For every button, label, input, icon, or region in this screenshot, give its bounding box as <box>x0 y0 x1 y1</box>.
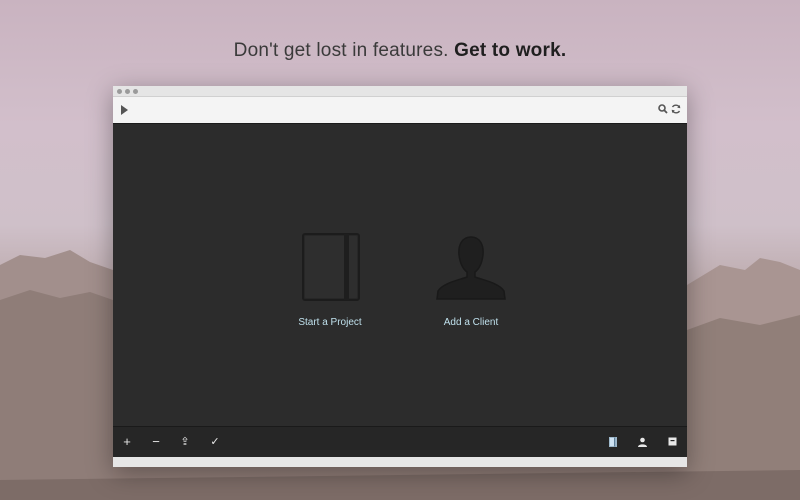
main-content: Start a Project Add a Client <box>113 124 687 426</box>
share-icon[interactable]: ⇪ <box>177 434 193 450</box>
minimize-window-button[interactable] <box>125 89 130 94</box>
projects-view-icon[interactable] <box>609 437 617 447</box>
headline-regular: Don't get lost in features. <box>233 40 449 61</box>
notebook-icon <box>302 233 360 301</box>
person-silhouette-icon <box>436 236 506 300</box>
status-bar <box>113 457 687 467</box>
start-project-label[interactable]: Start a Project <box>260 317 400 328</box>
headline: Don't get lost in features. Get to work. <box>0 40 800 62</box>
app-window: Start a Project Add a Client + − ⇪ ✓ <box>113 86 687 467</box>
title-bar <box>113 86 687 97</box>
archive-icon[interactable] <box>668 437 677 446</box>
refresh-icon[interactable] <box>670 103 682 115</box>
bottom-toolbar: + − ⇪ ✓ <box>113 426 687 457</box>
headline-bold: Get to work. <box>454 40 567 61</box>
zoom-window-button[interactable] <box>133 89 138 94</box>
add-icon[interactable]: + <box>119 434 135 450</box>
close-window-button[interactable] <box>117 89 122 94</box>
toolbar <box>113 97 687 124</box>
add-client-label[interactable]: Add a Client <box>401 317 541 328</box>
checkmark-icon[interactable]: ✓ <box>207 434 223 450</box>
clients-view-icon[interactable] <box>638 437 647 447</box>
search-icon[interactable] <box>657 103 669 115</box>
remove-icon[interactable]: − <box>148 434 164 450</box>
play-icon[interactable] <box>121 105 128 115</box>
